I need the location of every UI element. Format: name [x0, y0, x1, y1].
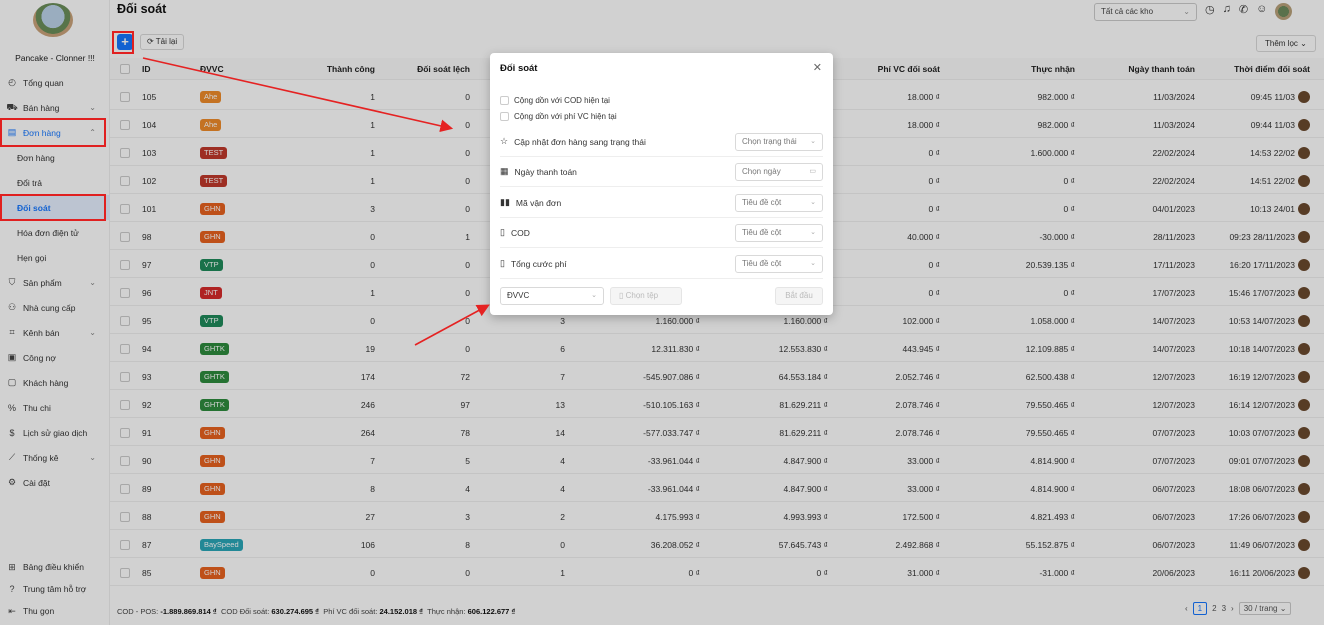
highlight-reconcile-menu	[0, 194, 106, 221]
checkbox[interactable]	[500, 112, 509, 121]
modal-title: Đối soát	[500, 63, 538, 74]
carrier-select[interactable]: ĐVVC ⌄	[500, 287, 604, 305]
status-select[interactable]: Chọn trạng thái ⌄	[735, 133, 823, 151]
add-fee-checkbox[interactable]: Cộng dồn với phí VC hiện tại	[500, 112, 617, 121]
choose-file-label: Chọn tệp	[625, 291, 659, 300]
status-row: ☆ Cập nhật đơn hàng sang trạng thái Chọn …	[500, 127, 823, 157]
tracking-column-select[interactable]: Tiêu đề cột ⌄	[735, 194, 823, 212]
status-select-value: Chọn trạng thái	[742, 137, 797, 146]
highlight-orders-menu	[0, 118, 106, 147]
file-icon: ▯	[500, 258, 505, 268]
highlight-add-button	[112, 31, 134, 54]
app-window: Pancake - Clonner !!! ◴ Tổng quan ⛟ Bán hà…	[0, 0, 1324, 625]
total-fee-row: ▯ Tổng cước phí Tiêu đề cột ⌄	[500, 249, 823, 279]
cod-label: ▯ COD	[500, 218, 530, 247]
total-fee-label: ▯ Tổng cước phí	[500, 249, 567, 278]
checkbox[interactable]	[500, 96, 509, 105]
status-label-text: Cập nhật đơn hàng sang trạng thái	[514, 136, 646, 147]
reconcile-modal: Đối soát ✕ Cộng dồn với COD hiện tại Cộn…	[490, 53, 833, 315]
total-fee-label-text: Tổng cước phí	[510, 258, 567, 269]
payment-date-value: Chọn ngày	[742, 167, 781, 176]
carrier-select-value: ĐVVC	[507, 291, 530, 300]
add-cod-label: Cộng dồn với COD hiện tại	[514, 96, 610, 105]
cod-row: ▯ COD Tiêu đề cột ⌄	[500, 218, 823, 248]
total-fee-column-select[interactable]: Tiêu đề cột ⌄	[735, 255, 823, 273]
calendar-icon: ▭	[809, 168, 816, 175]
file-icon: ▯	[619, 291, 626, 300]
tracking-label: ▮▮ Mã vận đơn	[500, 188, 561, 217]
barcode-icon: ▮▮	[500, 197, 510, 207]
calendar-icon: ▦	[500, 166, 509, 176]
tracking-label-text: Mã vận đơn	[515, 197, 562, 208]
status-label: ☆ Cập nhật đơn hàng sang trạng thái	[500, 127, 646, 156]
add-fee-label: Cộng dồn với phí VC hiện tại	[514, 112, 617, 121]
tracking-row: ▮▮ Mã vận đơn Tiêu đề cột ⌄	[500, 188, 823, 218]
payment-date-label-text: Ngày thanh toán	[514, 166, 577, 177]
chevron-down-icon: ⌄	[810, 260, 816, 267]
add-cod-checkbox[interactable]: Cộng dồn với COD hiện tại	[500, 96, 610, 105]
star-icon: ☆	[500, 136, 509, 146]
file-icon: ▯	[500, 227, 505, 237]
choose-file-button[interactable]: ▯ Chọn tệp	[610, 287, 682, 305]
chevron-down-icon: ⌄	[810, 138, 816, 145]
cod-label-text: COD	[510, 227, 530, 238]
payment-date-picker[interactable]: Chọn ngày ▭	[735, 163, 823, 181]
payment-date-label: ▦ Ngày thanh toán	[500, 157, 577, 186]
modal-footer: ĐVVC ⌄ ▯ Chọn tệp Bắt đầu	[500, 287, 823, 307]
close-icon[interactable]: ✕	[813, 61, 822, 74]
chevron-down-icon: ⌄	[810, 199, 816, 206]
cod-column-select[interactable]: Tiêu đề cột ⌄	[735, 224, 823, 242]
start-button[interactable]: Bắt đầu	[775, 287, 823, 305]
chevron-down-icon: ⌄	[591, 292, 597, 299]
tracking-column-value: Tiêu đề cột	[742, 198, 782, 207]
chevron-down-icon: ⌄	[810, 229, 816, 236]
total-fee-column-value: Tiêu đề cột	[742, 259, 782, 268]
cod-column-value: Tiêu đề cột	[742, 228, 782, 237]
payment-date-row: ▦ Ngày thanh toán Chọn ngày ▭	[500, 157, 823, 187]
